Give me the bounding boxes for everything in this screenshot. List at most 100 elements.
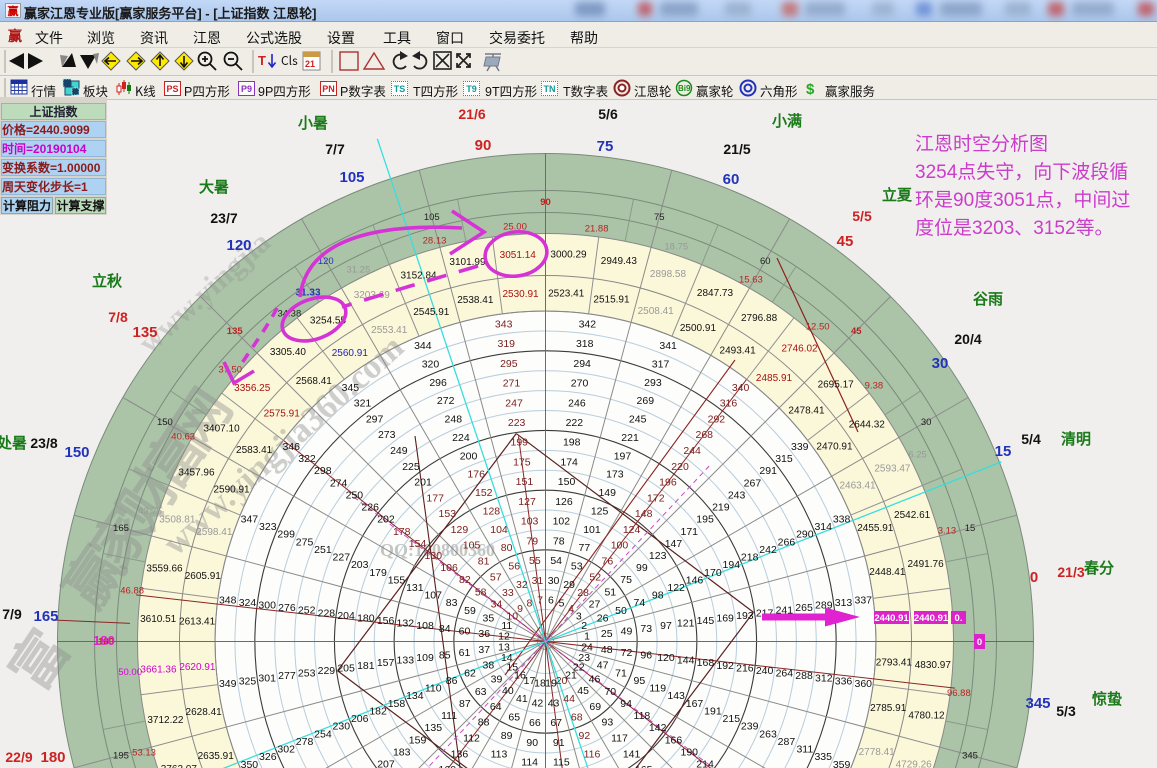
svg-text:345: 345 (962, 747, 978, 761)
svg-text:42: 42 (532, 695, 544, 710)
svg-text:125: 125 (591, 503, 609, 518)
svg-text:23/8: 23/8 (30, 433, 57, 453)
svg-text:72: 72 (621, 645, 633, 660)
svg-text:221: 221 (621, 430, 639, 445)
svg-text:254: 254 (314, 726, 332, 741)
svg-text:25: 25 (601, 626, 613, 641)
svg-text:99: 99 (636, 560, 648, 575)
svg-text:110: 110 (425, 681, 442, 696)
svg-text:180: 180 (357, 610, 375, 625)
svg-text:58: 58 (475, 584, 487, 599)
svg-text:251: 251 (314, 542, 332, 557)
svg-text:5/3: 5/3 (1056, 701, 1076, 721)
svg-text:155: 155 (388, 572, 406, 587)
svg-text:278: 278 (296, 734, 314, 749)
svg-text:103: 103 (521, 514, 539, 529)
svg-text:339: 339 (791, 439, 809, 454)
svg-text:90: 90 (540, 194, 551, 208)
svg-text:立夏: 立夏 (882, 184, 913, 205)
svg-text:180: 180 (40, 746, 65, 767)
svg-text:296: 296 (429, 375, 447, 390)
svg-text:343: 343 (495, 316, 513, 331)
svg-text:30: 30 (921, 414, 932, 428)
svg-text:29: 29 (563, 577, 575, 592)
svg-text:48: 48 (601, 642, 613, 657)
svg-text:272: 272 (437, 393, 455, 408)
svg-text:109: 109 (416, 650, 434, 665)
svg-text:2593.47: 2593.47 (874, 459, 911, 474)
svg-text:68: 68 (571, 710, 583, 725)
svg-text:205: 205 (337, 660, 355, 675)
svg-text:4780.12: 4780.12 (908, 706, 945, 721)
svg-text:53: 53 (571, 559, 583, 574)
svg-text:202: 202 (377, 512, 395, 527)
svg-text:立秋: 立秋 (92, 270, 123, 291)
svg-text:300: 300 (258, 597, 276, 612)
svg-text:2796.88: 2796.88 (741, 309, 778, 324)
svg-text:263: 263 (759, 726, 777, 741)
svg-text:206: 206 (351, 711, 369, 726)
svg-text:63: 63 (475, 684, 487, 699)
svg-text:270: 270 (571, 376, 589, 391)
svg-text:45: 45 (837, 230, 854, 251)
svg-text:135: 135 (132, 321, 157, 342)
svg-text:274: 274 (330, 475, 348, 490)
svg-text:2440.91: 2440.91 (874, 610, 909, 624)
svg-text:76: 76 (602, 553, 614, 568)
svg-text:118: 118 (634, 708, 651, 723)
svg-text:86: 86 (446, 673, 458, 688)
svg-text:95: 95 (634, 673, 646, 688)
svg-text:56: 56 (508, 559, 520, 574)
svg-text:158: 158 (388, 696, 406, 711)
svg-text:2440.91: 2440.91 (914, 610, 949, 624)
svg-text:2590.91: 2590.91 (213, 481, 250, 496)
svg-text:225: 225 (402, 459, 420, 474)
svg-text:2538.41: 2538.41 (457, 291, 494, 306)
svg-text:96: 96 (640, 647, 652, 662)
svg-text:275: 275 (296, 534, 314, 549)
svg-text:惊蛰: 惊蛰 (1092, 688, 1122, 709)
svg-text:159: 159 (409, 732, 427, 747)
svg-text:66: 66 (529, 715, 541, 730)
svg-text:40: 40 (502, 683, 514, 698)
svg-text:319: 319 (497, 336, 515, 351)
svg-text:21: 21 (305, 57, 315, 70)
svg-text:4729.26: 4729.26 (896, 755, 933, 768)
svg-text:136: 136 (451, 746, 469, 761)
svg-text:44: 44 (563, 691, 575, 706)
svg-text:312: 312 (815, 671, 833, 686)
svg-text:24: 24 (581, 640, 593, 655)
svg-text:216: 216 (736, 660, 754, 675)
svg-text:2553.41: 2553.41 (371, 321, 408, 336)
svg-text:271: 271 (503, 376, 521, 391)
svg-text:269: 269 (637, 393, 655, 408)
svg-text:18.75: 18.75 (664, 238, 688, 252)
svg-text:15.63: 15.63 (739, 271, 763, 285)
svg-text:大暑: 大暑 (199, 176, 229, 197)
svg-text:3661.36: 3661.36 (140, 661, 177, 676)
svg-text:2644.32: 2644.32 (849, 415, 886, 430)
svg-text:3763.07: 3763.07 (161, 760, 198, 768)
svg-text:75: 75 (620, 572, 632, 587)
svg-text:301: 301 (258, 671, 276, 686)
svg-text:26: 26 (597, 610, 609, 625)
svg-text:7/7: 7/7 (325, 139, 345, 159)
svg-text:49: 49 (621, 623, 633, 638)
svg-text:2898.58: 2898.58 (650, 265, 687, 280)
svg-text:70: 70 (604, 684, 616, 699)
svg-text:344: 344 (414, 338, 432, 353)
svg-text:5/6: 5/6 (598, 104, 618, 124)
svg-text:90: 90 (526, 735, 538, 750)
svg-text:249: 249 (390, 443, 408, 458)
svg-text:34: 34 (491, 596, 503, 611)
svg-text:111: 111 (441, 708, 457, 723)
svg-text:2575.91: 2575.91 (264, 404, 301, 419)
svg-text:101: 101 (583, 522, 601, 537)
svg-text:180: 180 (93, 630, 115, 649)
svg-text:290: 290 (796, 527, 814, 542)
svg-text:176: 176 (467, 467, 485, 482)
svg-text:130: 130 (425, 548, 443, 563)
svg-text:113: 113 (491, 746, 508, 761)
svg-text:3559.66: 3559.66 (146, 560, 183, 575)
svg-text:2778.41: 2778.41 (859, 743, 896, 758)
